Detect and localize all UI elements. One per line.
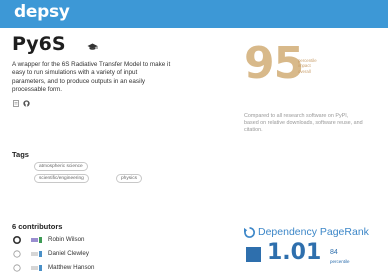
- contributor-row[interactable]: Daniel Clewley: [13, 249, 163, 259]
- recycle-icon: [244, 227, 255, 238]
- tags-heading: Tags: [12, 150, 29, 159]
- impact-score: 95: [244, 38, 304, 89]
- dependency-percentile-label: percentile: [330, 259, 350, 264]
- depsy-logo[interactable]: depsy: [14, 2, 70, 22]
- package-description: A wrapper for the 6S Radiative Transfer …: [12, 61, 171, 93]
- contributor-rank-icon: [13, 236, 21, 244]
- dependency-pagerank-value: 1.01: [267, 240, 322, 265]
- contributor-rank-icon: [13, 264, 21, 272]
- contributor-name[interactable]: Daniel Clewley: [48, 249, 89, 259]
- contributor-row[interactable]: Robin Wilson: [13, 235, 163, 245]
- contributor-row[interactable]: Matthew Hanson: [13, 263, 163, 273]
- dependency-pagerank-heading: Dependency PageRank: [258, 226, 369, 238]
- contributor-name[interactable]: Robin Wilson: [48, 235, 84, 245]
- impact-description: Compared to all research software on PyP…: [244, 113, 363, 133]
- top-header: depsy: [0, 0, 388, 28]
- contribution-bar: [31, 252, 38, 256]
- contributors-heading: 6 contributors: [12, 222, 63, 231]
- contributor-rank-icon: [13, 250, 21, 258]
- tag-chip[interactable]: scientific/engineering: [34, 174, 89, 183]
- contributor-name[interactable]: Matthew Hanson: [48, 263, 94, 273]
- contribution-bar: [31, 266, 38, 270]
- contribution-bar: [39, 265, 42, 271]
- github-icon[interactable]: [23, 100, 30, 107]
- contribution-bar: [31, 238, 38, 242]
- impact-score-label: percentile impact overall: [298, 58, 317, 74]
- dependency-percentile: 84: [330, 249, 338, 256]
- tag-chip[interactable]: atmospheric science: [34, 162, 88, 171]
- dependency-square-icon: [246, 247, 261, 262]
- contribution-bar: [39, 251, 42, 257]
- graduation-cap-icon: [87, 43, 98, 50]
- tag-chip[interactable]: physics: [116, 174, 142, 183]
- package-title: Py6S: [12, 33, 66, 55]
- documentation-icon[interactable]: [13, 100, 19, 107]
- contribution-bar: [39, 237, 42, 243]
